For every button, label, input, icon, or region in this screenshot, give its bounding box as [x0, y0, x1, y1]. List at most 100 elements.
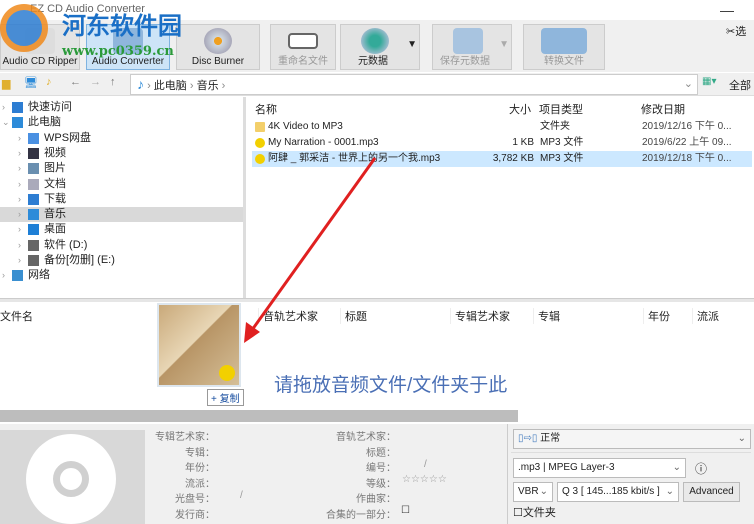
mode-select[interactable]: VBR ⌄ [513, 482, 553, 502]
options-button[interactable]: ✂选 [726, 23, 746, 39]
save-metadata-button[interactable]: 保存元数据 ▼ [432, 24, 512, 70]
chevron-right-icon[interactable]: › [18, 161, 21, 176]
chevron-down-icon[interactable]: ▼ [407, 39, 417, 50]
progress-bar [0, 410, 518, 422]
chevron-right-icon[interactable]: › [18, 222, 21, 237]
tree-item[interactable]: › 图片 [0, 161, 243, 176]
tree-item[interactable]: › 下载 [0, 192, 243, 207]
compilation-checkbox[interactable]: ☐ [401, 505, 410, 516]
address-input[interactable]: ♪ › 此电脑 › 音乐 › ⌄ [130, 74, 698, 95]
rename-files-button[interactable]: 重命名文件 [270, 24, 336, 70]
metadata-label: 专辑： [185, 447, 215, 459]
music-folder-icon[interactable]: ♪ [46, 76, 52, 88]
chevron-down-icon[interactable]: ⌄ [2, 115, 10, 130]
preset-select[interactable]: ▯⇨▯ 正常 ⌄ [513, 429, 751, 449]
metadata-label: 专辑艺术家： [155, 432, 215, 443]
up-icon[interactable]: ↑ [110, 76, 116, 88]
tree-item[interactable]: › WPS网盘 [0, 131, 243, 146]
forward-icon[interactable]: → [90, 76, 101, 88]
chevron-right-icon[interactable]: › [18, 177, 21, 192]
qq-music-icon [219, 365, 235, 381]
column-type[interactable]: 项目类型 [539, 101, 583, 117]
file-list: 名称 大小 项目类型 修改日期 4K Video to MP3 文件夹 2019/1… [249, 97, 754, 299]
drive-icon [28, 239, 39, 251]
column-album-artist[interactable]: 专辑艺术家 [450, 308, 510, 324]
file-row[interactable]: My Narration - 0001.mp3 1 KB MP3 文件 2019/6/… [252, 135, 752, 151]
chevron-right-icon[interactable]: › [18, 238, 21, 253]
metadata-label: 标题： [366, 447, 396, 459]
metadata-label: 发行商： [175, 509, 215, 521]
folder-checkbox[interactable]: ☐文件夹 [513, 504, 556, 520]
chevron-right-icon[interactable]: › [18, 207, 21, 222]
quality-select[interactable]: Q 3 [ 145...185 kbit/s ] ⌄ [557, 482, 679, 502]
chevron-right-icon[interactable]: › [2, 268, 5, 283]
convert-icon [541, 28, 587, 54]
chevron-right-icon[interactable]: › [18, 253, 21, 268]
tree-item[interactable]: › 文档 [0, 177, 243, 192]
column-title[interactable]: 标题 [340, 308, 367, 324]
folder-icon[interactable]: ▆ [2, 77, 10, 90]
format-select[interactable]: .mp3 | MPEG Layer-3 ⌄ [513, 458, 686, 478]
breadcrumb-music[interactable]: 音乐 [197, 80, 219, 92]
chevron-down-icon[interactable]: ▼ [499, 39, 509, 50]
drop-hint: 请拖放音频文件/文件夹于此 [274, 375, 508, 396]
track-number-field[interactable]: / [424, 459, 427, 470]
chevron-right-icon[interactable]: › [18, 146, 21, 161]
folder-tree: › 快速访问 ⌄ 此电脑 › WPS网盘 › 视频 › 图片 › 文档 › 下载 › 音乐 › 桌面 › 软件 (D:… [0, 97, 246, 299]
column-year[interactable]: 年份 [643, 308, 670, 324]
column-size[interactable]: 大小 [509, 101, 531, 117]
metadata-label: 流派： [185, 478, 215, 490]
tree-item[interactable]: › 快速访问 [0, 100, 243, 115]
tree-item[interactable]: › 软件 (D:) [0, 238, 243, 253]
filter-label[interactable]: 全部 [729, 77, 751, 93]
rename-icon [288, 33, 318, 49]
metadata-label: 作曲家： [356, 494, 396, 505]
tree-item[interactable]: › 视频 [0, 146, 243, 161]
album-art-placeholder[interactable] [0, 430, 145, 524]
file-row[interactable]: 4K Video to MP3 文件夹 2019/12/16 下午 0... [252, 119, 752, 135]
convert-files-button[interactable]: 转换文件 [523, 24, 605, 70]
watermark-logo-icon [0, 4, 48, 52]
chevron-down-icon[interactable]: ⌄ [684, 75, 693, 94]
network-icon [12, 270, 23, 282]
tree-item[interactable]: › 备份[勿删] (E:) [0, 253, 243, 268]
tree-item[interactable]: › 网络 [0, 268, 243, 283]
music-icon: ♪ [137, 76, 144, 92]
mp3-icon [255, 138, 265, 148]
chevron-right-icon[interactable]: › [18, 192, 21, 207]
chevron-right-icon[interactable]: › [18, 131, 21, 146]
watermark-logo: 河东软件园 [62, 11, 182, 40]
disc-burner-button[interactable]: Disc Burner [176, 24, 260, 70]
star-icon [12, 102, 23, 113]
tree-item[interactable]: ⌄ 此电脑 [0, 115, 243, 130]
computer-icon [12, 117, 23, 129]
computer-icon[interactable]: 🖥 [24, 76, 38, 89]
info-icon[interactable]: ⓘ [695, 460, 707, 477]
rating-stars[interactable]: ☆☆☆☆☆ [402, 474, 447, 485]
desktop-icon [28, 224, 39, 236]
back-icon[interactable]: ← [70, 76, 81, 88]
music-icon [28, 209, 39, 221]
column-name[interactable]: 名称 [255, 101, 277, 117]
file-row[interactable]: 阿肆 _ 郭采洁 - 世界上的另一个我.mp3 3,782 KB MP3 文件 201… [252, 151, 752, 167]
metadata-label: 音轨艺术家： [336, 432, 396, 443]
column-album[interactable]: 专辑 [533, 308, 560, 324]
metadata-label: 编号： [366, 463, 396, 474]
metadata-button[interactable]: 元数据 ▼ [340, 24, 420, 70]
preset-icon: ▯⇨▯ [518, 433, 541, 444]
column-date[interactable]: 修改日期 [641, 101, 685, 117]
view-icon[interactable]: ▦▾ [702, 76, 716, 87]
video-icon [28, 147, 39, 159]
column-filename[interactable]: 文件名 [0, 308, 33, 324]
disc-number-field[interactable]: / [240, 490, 243, 501]
document-icon [28, 178, 39, 190]
minimize-button[interactable]: — [720, 2, 734, 18]
chevron-right-icon[interactable]: › [2, 100, 5, 115]
advanced-button[interactable]: Advanced [683, 482, 740, 502]
tree-item[interactable]: › 桌面 [0, 222, 243, 237]
breadcrumb-this-pc[interactable]: 此电脑 [154, 80, 187, 92]
column-genre[interactable]: 流派 [692, 308, 719, 324]
tree-item[interactable]: › 音乐 [0, 207, 243, 223]
output-settings: ▯⇨▯ 正常 ⌄ .mp3 | MPEG Layer-3 ⌄ ⓘ VBR ⌄ Q 3 … [507, 424, 754, 524]
column-track-artist[interactable]: 音轨艺术家 [258, 308, 318, 324]
